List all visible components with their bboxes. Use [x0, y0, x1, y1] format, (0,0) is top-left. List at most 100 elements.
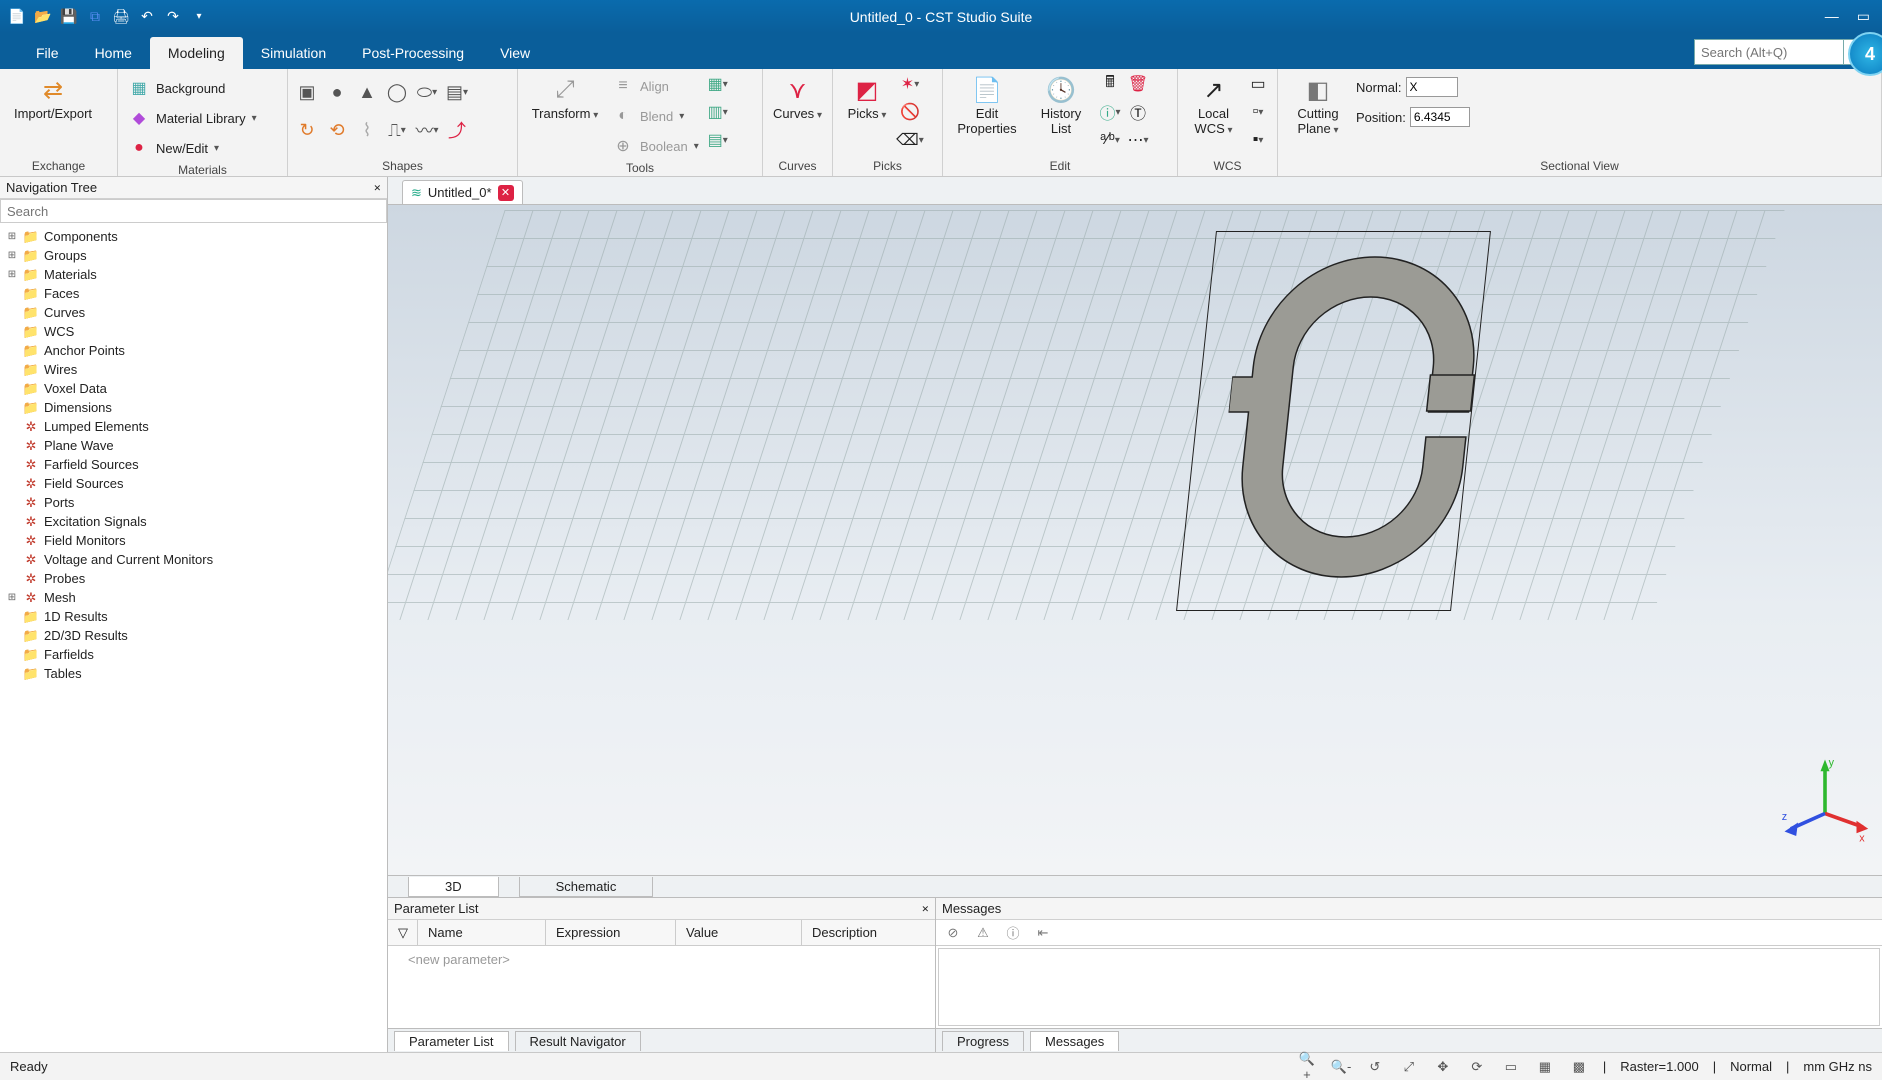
shape-tools-icon[interactable]: ▥: [707, 101, 729, 123]
tree-node[interactable]: 📁Anchor Points: [2, 341, 385, 360]
zoom-in-icon[interactable]: 🔍+: [1297, 1051, 1317, 1080]
close-icon[interactable]: ×: [922, 901, 929, 917]
blend-button[interactable]: ◐Blend: [610, 103, 701, 129]
expand-icon[interactable]: ⊞: [6, 250, 18, 261]
col-description[interactable]: Description: [802, 920, 935, 945]
bend-tools-icon[interactable]: ▤: [707, 129, 729, 151]
bond-wire-icon[interactable]: ⌇: [356, 119, 378, 141]
parametrize-icon[interactable]: ᵃ⁄ᵇ: [1099, 129, 1121, 151]
torus-icon[interactable]: ◯: [386, 81, 408, 103]
tree-node[interactable]: ✲Probes: [2, 569, 385, 588]
tree-node[interactable]: 📁Wires: [2, 360, 385, 379]
history-list-button[interactable]: 🕓History List: [1029, 73, 1093, 137]
tree-node[interactable]: 📁Voxel Data: [2, 379, 385, 398]
close-tab-icon[interactable]: ✕: [498, 185, 514, 201]
messages-body[interactable]: [938, 948, 1880, 1026]
curves-button[interactable]: ⋎Curves: [771, 73, 824, 122]
tree-node[interactable]: ✲Ports: [2, 493, 385, 512]
clear-messages-icon[interactable]: ⇤: [1034, 925, 1052, 941]
tree-node[interactable]: ✲Lumped Elements: [2, 417, 385, 436]
tree-node[interactable]: 📁Farfields: [2, 645, 385, 664]
tree-node[interactable]: 📁Tables: [2, 664, 385, 683]
align-button[interactable]: ≡Align: [610, 73, 701, 99]
expand-icon[interactable]: ⊞: [6, 231, 18, 242]
reset-view-icon[interactable]: ↺: [1365, 1059, 1385, 1075]
filter-icon[interactable]: ▽: [388, 920, 418, 945]
calculator-icon[interactable]: 🖩: [1099, 73, 1121, 95]
error-filter-icon[interactable]: ⊘: [944, 925, 962, 941]
extrude-icon[interactable]: ▤: [446, 81, 468, 103]
tree-node[interactable]: 📁2D/3D Results: [2, 626, 385, 645]
more-edit-icon[interactable]: ⋯: [1127, 129, 1149, 151]
tab-view[interactable]: View: [482, 37, 548, 69]
picks-button[interactable]: ◩Picks: [841, 73, 893, 122]
close-icon[interactable]: ×: [374, 180, 381, 196]
sphere-icon[interactable]: ●: [326, 81, 348, 103]
zoom-out-icon[interactable]: 🔍-: [1331, 1059, 1351, 1075]
expand-icon[interactable]: ⊞: [6, 592, 18, 603]
tree-node[interactable]: 📁Faces: [2, 284, 385, 303]
saveall-icon[interactable]: ⧉: [86, 8, 104, 26]
rotate-icon[interactable]: ⟳: [1467, 1059, 1487, 1075]
tree-node[interactable]: 📁WCS: [2, 322, 385, 341]
navigation-tree[interactable]: ⊞📁Components⊞📁Groups⊞📁Materials📁Faces📁Cu…: [0, 223, 387, 1052]
fit-view-icon[interactable]: ⤢: [1399, 1059, 1419, 1075]
trace-icon[interactable]: ⎍: [386, 119, 408, 141]
position-input[interactable]: [1410, 107, 1470, 127]
col-value[interactable]: Value: [676, 920, 802, 945]
search-input[interactable]: [1694, 39, 1844, 65]
background-button[interactable]: ▦Background: [126, 75, 259, 101]
import-export-button[interactable]: ⇄Import/Export: [8, 73, 98, 122]
parameter-list-body[interactable]: <new parameter>: [388, 946, 935, 1028]
modify-icon[interactable]: ▦: [707, 73, 729, 95]
expand-icon[interactable]: ⊞: [6, 269, 18, 280]
spline-icon[interactable]: 〰: [416, 119, 438, 141]
clear-picks-icon[interactable]: ⌫: [899, 129, 921, 151]
pan-icon[interactable]: ✥: [1433, 1059, 1453, 1075]
tab-simulation[interactable]: Simulation: [243, 37, 344, 69]
tab-schematic[interactable]: Schematic: [519, 877, 654, 897]
delete-icon[interactable]: 🗑: [1127, 73, 1149, 95]
tree-node[interactable]: ✲Plane Wave: [2, 436, 385, 455]
wireframe-icon[interactable]: ▦: [1535, 1059, 1555, 1075]
tab-3d[interactable]: 3D: [408, 877, 499, 897]
pick-lists-icon[interactable]: 🚫: [899, 101, 921, 123]
wcs-align-icon[interactable]: ▭: [1247, 73, 1269, 95]
new-icon[interactable]: 📄: [8, 8, 26, 26]
tree-node[interactable]: ✲Farfield Sources: [2, 455, 385, 474]
col-name[interactable]: Name: [418, 920, 546, 945]
transform-button[interactable]: ⤢Transform: [526, 73, 604, 122]
tree-node[interactable]: ⊞📁Materials: [2, 265, 385, 284]
open-icon[interactable]: 📂: [34, 8, 52, 26]
cone-icon[interactable]: ▲: [356, 81, 378, 103]
loft-icon[interactable]: ⟲: [326, 119, 348, 141]
minimize-button[interactable]: —: [1825, 8, 1839, 25]
tab-post-processing[interactable]: Post-Processing: [344, 37, 482, 69]
boolean-button[interactable]: ⊕Boolean: [610, 133, 701, 159]
info-icon[interactable]: ⓘ: [1099, 101, 1121, 123]
cylinder-icon[interactable]: ⬭: [416, 81, 438, 103]
material-library-button[interactable]: ◆Material Library: [126, 105, 259, 131]
mesh-view-icon[interactable]: ▩: [1569, 1059, 1589, 1075]
tree-node[interactable]: ✲Field Monitors: [2, 531, 385, 550]
info-filter-icon[interactable]: ⓘ: [1004, 923, 1022, 942]
redo-icon[interactable]: ↷: [164, 8, 182, 26]
cutting-plane-button[interactable]: ◧Cutting Plane: [1286, 73, 1350, 137]
tree-node[interactable]: 📁1D Results: [2, 607, 385, 626]
tree-node[interactable]: ✲Excitation Signals: [2, 512, 385, 531]
save-icon[interactable]: 💾: [60, 8, 78, 26]
wcs-transform-icon[interactable]: ▫: [1247, 101, 1269, 123]
tree-node[interactable]: ✲Field Sources: [2, 474, 385, 493]
tab-modeling[interactable]: Modeling: [150, 37, 243, 69]
tab-file[interactable]: File: [18, 37, 77, 69]
local-wcs-button[interactable]: ↗Local WCS: [1186, 73, 1241, 137]
select-icon[interactable]: ▭: [1501, 1059, 1521, 1075]
tree-node[interactable]: ⊞✲Mesh: [2, 588, 385, 607]
tree-node[interactable]: 📁Dimensions: [2, 398, 385, 417]
rename-icon[interactable]: Ⓣ: [1127, 101, 1149, 123]
tab-messages[interactable]: Messages: [1030, 1031, 1119, 1051]
tree-node[interactable]: ⊞📁Components: [2, 227, 385, 246]
undo-icon[interactable]: ↶: [138, 8, 156, 26]
print-icon[interactable]: 🖨: [112, 8, 130, 26]
qat-customize-icon[interactable]: ▾: [190, 8, 208, 26]
